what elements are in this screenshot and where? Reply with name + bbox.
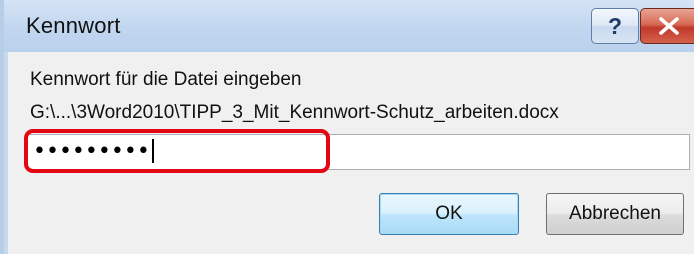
password-value: ••••••••• [33, 137, 154, 167]
close-button[interactable] [640, 8, 694, 44]
title-bar[interactable]: Kennwort ? [4, 0, 694, 52]
cancel-button[interactable]: Abbrechen [546, 193, 684, 235]
dialog-body: Kennwort für die Datei eingeben G:\...\3… [8, 52, 694, 254]
help-button[interactable]: ? [591, 8, 639, 44]
ok-button[interactable]: OK [379, 193, 519, 235]
close-icon [659, 17, 679, 35]
password-dialog: Kennwort ? Kennwort für die Datei eingeb… [0, 0, 694, 254]
password-prompt-label: Kennwort für die Datei eingeben [30, 69, 302, 90]
text-caret [151, 139, 154, 163]
password-input[interactable]: ••••••••• [26, 134, 690, 170]
password-dots: ••••••••• [33, 139, 150, 164]
window-title: Kennwort [26, 13, 121, 38]
file-path-label: G:\...\3Word2010\TIPP_3_Mit_Kennwort-Sch… [30, 102, 559, 123]
help-icon: ? [607, 12, 623, 39]
